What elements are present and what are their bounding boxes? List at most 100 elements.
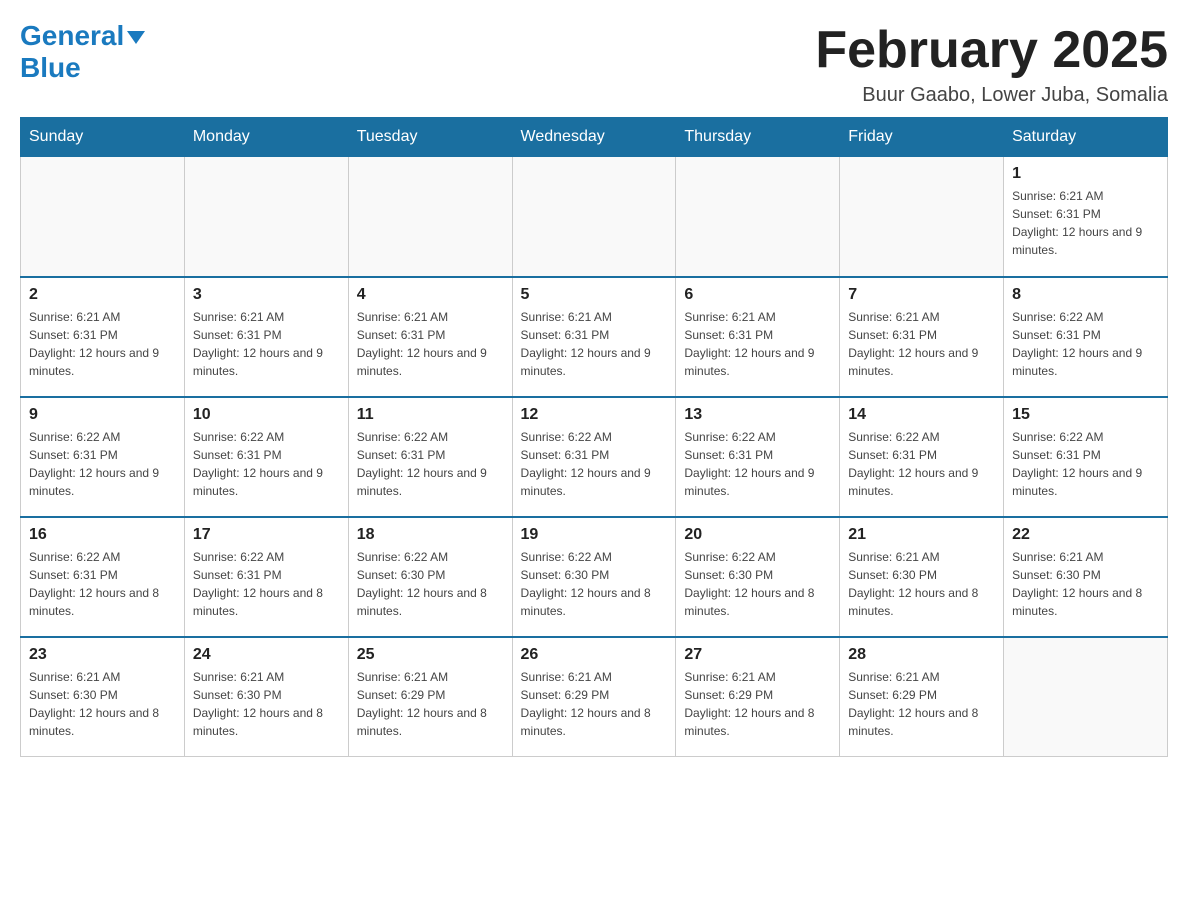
day-number: 20 (684, 526, 831, 544)
day-info: Sunrise: 6:22 AMSunset: 6:31 PMDaylight:… (521, 428, 668, 500)
day-number: 14 (848, 406, 995, 424)
day-number: 4 (357, 286, 504, 304)
logo-text: General (20, 20, 145, 52)
calendar-title: February 2025 (815, 20, 1168, 80)
header-row: Sunday Monday Tuesday Wednesday Thursday… (21, 118, 1168, 157)
day-info: Sunrise: 6:21 AMSunset: 6:31 PMDaylight:… (1012, 187, 1159, 259)
calendar-cell: 7Sunrise: 6:21 AMSunset: 6:31 PMDaylight… (840, 277, 1004, 397)
calendar-cell: 28 Sunrise: 6:21 AMSunset: 6:29 PMDayligh… (840, 637, 1004, 757)
calendar-cell (184, 157, 348, 277)
day-info: Sunrise: 6:21 AMSunset: 6:30 PMDaylight:… (1012, 548, 1159, 620)
logo-blue: Blue (20, 52, 81, 84)
calendar-cell (676, 157, 840, 277)
calendar-week-3: 16 Sunrise: 6:22 AMSunset: 6:31 PMDayligh… (21, 517, 1168, 637)
day-info: Sunrise: 6:21 AMSunset: 6:31 PMDaylight:… (521, 308, 668, 380)
header-wednesday: Wednesday (512, 118, 676, 157)
day-number: 22 (1012, 526, 1159, 544)
day-number: 12 (521, 406, 668, 424)
day-info: Sunrise: 6:22 AMSunset: 6:31 PMDaylight:… (848, 428, 995, 500)
day-number: 6 (684, 286, 831, 304)
calendar-cell: 10 Sunrise: 6:22 AMSunset: 6:31 PMDayligh… (184, 397, 348, 517)
day-number: 10 (193, 406, 340, 424)
day-info: Sunrise: 6:21 AMSunset: 6:31 PMDaylight:… (193, 308, 340, 380)
calendar-cell: 14 Sunrise: 6:22 AMSunset: 6:31 PMDayligh… (840, 397, 1004, 517)
day-number: 23 (29, 646, 176, 664)
day-info: Sunrise: 6:22 AMSunset: 6:31 PMDaylight:… (29, 428, 176, 500)
calendar-cell (512, 157, 676, 277)
calendar-cell: 18 Sunrise: 6:22 AMSunset: 6:30 PMDayligh… (348, 517, 512, 637)
day-number: 19 (521, 526, 668, 544)
day-info: Sunrise: 6:22 AMSunset: 6:31 PMDaylight:… (193, 428, 340, 500)
calendar-cell (21, 157, 185, 277)
header-sunday: Sunday (21, 118, 185, 157)
header-thursday: Thursday (676, 118, 840, 157)
day-number: 26 (521, 646, 668, 664)
calendar-cell: 5Sunrise: 6:21 AMSunset: 6:31 PMDaylight… (512, 277, 676, 397)
calendar-cell (1004, 637, 1168, 757)
calendar-table: Sunday Monday Tuesday Wednesday Thursday… (20, 117, 1168, 757)
day-info: Sunrise: 6:21 AMSunset: 6:31 PMDaylight:… (684, 308, 831, 380)
calendar-cell: 6 Sunrise: 6:21 AMSunset: 6:31 PMDaylight… (676, 277, 840, 397)
day-info: Sunrise: 6:21 AMSunset: 6:30 PMDaylight:… (29, 668, 176, 740)
day-number: 1 (1012, 165, 1159, 183)
day-info: Sunrise: 6:21 AMSunset: 6:29 PMDaylight:… (848, 668, 995, 740)
calendar-cell: 21 Sunrise: 6:21 AMSunset: 6:30 PMDayligh… (840, 517, 1004, 637)
calendar-cell: 3 Sunrise: 6:21 AMSunset: 6:31 PMDaylight… (184, 277, 348, 397)
header-monday: Monday (184, 118, 348, 157)
calendar-cell: 25 Sunrise: 6:21 AMSunset: 6:29 PMDayligh… (348, 637, 512, 757)
page-header: General Blue February 2025 Buur Gaabo, L… (20, 20, 1168, 107)
day-info: Sunrise: 6:22 AMSunset: 6:31 PMDaylight:… (29, 548, 176, 620)
day-info: Sunrise: 6:22 AMSunset: 6:30 PMDaylight:… (521, 548, 668, 620)
day-number: 15 (1012, 406, 1159, 424)
calendar-cell: 26 Sunrise: 6:21 AMSunset: 6:29 PMDayligh… (512, 637, 676, 757)
day-number: 16 (29, 526, 176, 544)
day-info: Sunrise: 6:21 AMSunset: 6:30 PMDaylight:… (193, 668, 340, 740)
calendar-cell: 12 Sunrise: 6:22 AMSunset: 6:31 PMDayligh… (512, 397, 676, 517)
day-info: Sunrise: 6:21 AMSunset: 6:29 PMDaylight:… (684, 668, 831, 740)
logo-general: General (20, 20, 124, 51)
calendar-cell: 24 Sunrise: 6:21 AMSunset: 6:30 PMDayligh… (184, 637, 348, 757)
calendar-week-2: 9 Sunrise: 6:22 AMSunset: 6:31 PMDaylight… (21, 397, 1168, 517)
day-info: Sunrise: 6:22 AMSunset: 6:31 PMDaylight:… (357, 428, 504, 500)
day-info: Sunrise: 6:22 AMSunset: 6:31 PMDaylight:… (684, 428, 831, 500)
calendar-cell: 23 Sunrise: 6:21 AMSunset: 6:30 PMDayligh… (21, 637, 185, 757)
day-info: Sunrise: 6:22 AMSunset: 6:31 PMDaylight:… (1012, 308, 1159, 380)
day-number: 27 (684, 646, 831, 664)
calendar-cell: 16 Sunrise: 6:22 AMSunset: 6:31 PMDayligh… (21, 517, 185, 637)
calendar-cell: 2 Sunrise: 6:21 AMSunset: 6:31 PMDaylight… (21, 277, 185, 397)
day-number: 25 (357, 646, 504, 664)
day-info: Sunrise: 6:21 AMSunset: 6:30 PMDaylight:… (848, 548, 995, 620)
calendar-cell: 15 Sunrise: 6:22 AMSunset: 6:31 PMDayligh… (1004, 397, 1168, 517)
day-number: 21 (848, 526, 995, 544)
day-info: Sunrise: 6:21 AMSunset: 6:29 PMDaylight:… (521, 668, 668, 740)
day-info: Sunrise: 6:22 AMSunset: 6:31 PMDaylight:… (193, 548, 340, 620)
logo-arrow-icon (127, 31, 145, 44)
logo: General Blue (20, 20, 145, 84)
calendar-cell (348, 157, 512, 277)
header-tuesday: Tuesday (348, 118, 512, 157)
day-number: 24 (193, 646, 340, 664)
calendar-cell: 20 Sunrise: 6:22 AMSunset: 6:30 PMDayligh… (676, 517, 840, 637)
day-info: Sunrise: 6:22 AMSunset: 6:31 PMDaylight:… (1012, 428, 1159, 500)
day-number: 2 (29, 286, 176, 304)
calendar-week-1: 2 Sunrise: 6:21 AMSunset: 6:31 PMDaylight… (21, 277, 1168, 397)
calendar-cell: 22 Sunrise: 6:21 AMSunset: 6:30 PMDayligh… (1004, 517, 1168, 637)
day-info: Sunrise: 6:21 AMSunset: 6:31 PMDaylight:… (357, 308, 504, 380)
day-info: Sunrise: 6:22 AMSunset: 6:30 PMDaylight:… (684, 548, 831, 620)
calendar-cell: 27 Sunrise: 6:21 AMSunset: 6:29 PMDayligh… (676, 637, 840, 757)
day-info: Sunrise: 6:22 AMSunset: 6:30 PMDaylight:… (357, 548, 504, 620)
logo-blue-row: Blue (20, 52, 81, 84)
calendar-subtitle: Buur Gaabo, Lower Juba, Somalia (815, 84, 1168, 107)
day-number: 8 (1012, 286, 1159, 304)
day-info: Sunrise: 6:21 AMSunset: 6:29 PMDaylight:… (357, 668, 504, 740)
calendar-cell (840, 157, 1004, 277)
day-number: 18 (357, 526, 504, 544)
day-info: Sunrise: 6:21 AMSunset: 6:31 PMDaylight:… (29, 308, 176, 380)
day-number: 3 (193, 286, 340, 304)
calendar-cell: 13Sunrise: 6:22 AMSunset: 6:31 PMDayligh… (676, 397, 840, 517)
title-area: February 2025 Buur Gaabo, Lower Juba, So… (815, 20, 1168, 107)
day-number: 9 (29, 406, 176, 424)
calendar-week-4: 23 Sunrise: 6:21 AMSunset: 6:30 PMDayligh… (21, 637, 1168, 757)
day-number: 17 (193, 526, 340, 544)
day-number: 28 (848, 646, 995, 664)
